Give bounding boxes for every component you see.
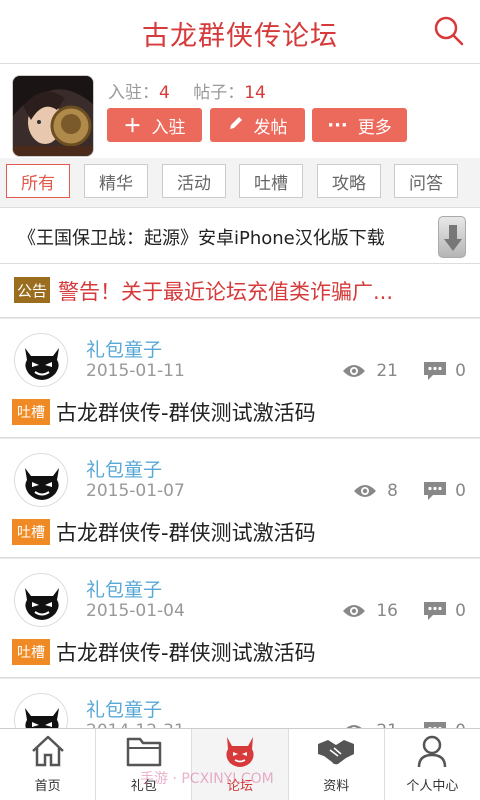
nav-gifts-label: 礼包	[130, 779, 157, 794]
tab-events[interactable]: 活动	[162, 164, 226, 198]
avatar[interactable]	[14, 573, 68, 627]
download-arrow-icon[interactable]	[438, 216, 466, 258]
more-icon: ···	[327, 114, 348, 136]
devil-icon	[220, 731, 260, 771]
app-header: 古龙群侠传论坛	[0, 0, 480, 64]
nav-forum[interactable]: 论坛	[192, 729, 289, 800]
posts-label: 帖子：	[193, 83, 245, 103]
post-author[interactable]: 礼包童子	[86, 335, 162, 362]
tab-featured[interactable]: 精华	[84, 164, 148, 198]
comment-count: 0	[423, 481, 466, 501]
tab-qa[interactable]: 问答	[394, 164, 458, 198]
post-tag: 吐槽	[12, 519, 50, 545]
join-button[interactable]: ＋入驻	[107, 108, 202, 142]
post-date: 2015-01-04	[86, 601, 185, 621]
tab-rant[interactable]: 吐槽	[239, 164, 303, 198]
post-title[interactable]: 古龙群侠传-群侠测试激活码	[56, 637, 316, 667]
folder-icon	[124, 731, 164, 771]
comment-icon	[424, 362, 447, 380]
joined-label: 入驻：	[108, 83, 159, 103]
tab-all[interactable]: 所有	[6, 164, 70, 198]
nav-forum-label: 论坛	[227, 779, 254, 794]
download-notice[interactable]: 《王国保卫战：起源》安卓iPhone汉化版下载	[0, 208, 480, 264]
plus-icon: ＋	[123, 116, 142, 137]
list-item[interactable]: 礼包童子 2015-01-11 21 0 吐槽 古龙群侠传-群侠测试激活码	[0, 318, 480, 438]
post-date: 2015-01-07	[86, 481, 185, 501]
bottom-navigation: 首页 礼包 论坛 资料 个人中心	[0, 728, 480, 800]
avatar[interactable]	[14, 453, 68, 507]
category-tabs: 所有 精华 活动 吐槽 攻略 问答	[0, 158, 480, 208]
post-title[interactable]: 古龙群侠传-群侠测试激活码	[56, 397, 316, 427]
pen-icon	[228, 115, 244, 136]
nav-gifts[interactable]: 礼包	[96, 729, 193, 800]
home-icon	[28, 731, 68, 771]
announcement-badge: 公告	[14, 277, 50, 303]
post-author[interactable]: 礼包童子	[86, 455, 162, 482]
search-icon[interactable]	[432, 14, 466, 48]
page-title: 古龙群侠传论坛	[142, 21, 338, 52]
announcement[interactable]: 公告 警告！关于最近论坛充值类诈骗广...	[0, 264, 480, 318]
nav-profile-label: 个人中心	[406, 779, 459, 794]
eye-icon	[343, 365, 366, 377]
posts-count: 14	[244, 83, 266, 103]
view-count: 16	[342, 601, 398, 621]
tab-guides[interactable]: 攻略	[317, 164, 381, 198]
comment-count: 0	[423, 361, 466, 381]
nav-info-label: 资料	[323, 779, 350, 794]
comment-icon	[424, 482, 447, 500]
post-author[interactable]: 礼包童子	[86, 695, 162, 722]
list-item[interactable]: 礼包童子 2015-01-07 8 0 吐槽 古龙群侠传-群侠测试激活码	[0, 438, 480, 558]
nav-profile[interactable]: 个人中心	[385, 729, 480, 800]
forum-stats: 入驻：4 帖子：14	[108, 78, 284, 103]
download-notice-text: 《王国保卫战：起源》安卓iPhone汉化版下载	[18, 228, 385, 249]
comment-icon	[424, 602, 447, 620]
avatar[interactable]	[14, 333, 68, 387]
person-icon	[412, 731, 452, 771]
joined-count: 4	[159, 83, 170, 103]
announcement-text: 警告！关于最近论坛充值类诈骗广...	[58, 280, 394, 304]
handshake-icon	[316, 731, 356, 771]
post-tag: 吐槽	[12, 399, 50, 425]
post-title[interactable]: 古龙群侠传-群侠测试激活码	[56, 517, 316, 547]
forum-info-panel: 入驻：4 帖子：14 ＋入驻 发帖 ··· 更多	[0, 64, 480, 158]
comment-count: 0	[423, 601, 466, 621]
nav-info[interactable]: 资料	[289, 729, 385, 800]
view-count: 8	[353, 481, 398, 501]
forum-avatar	[12, 75, 94, 157]
post-author[interactable]: 礼包童子	[86, 575, 162, 602]
post-date: 2015-01-11	[86, 361, 185, 381]
nav-home-label: 首页	[34, 779, 61, 794]
list-item[interactable]: 礼包童子 2015-01-04 16 0 吐槽 古龙群侠传-群侠测试激活码	[0, 558, 480, 678]
more-button[interactable]: ··· 更多	[312, 108, 407, 142]
new-post-button[interactable]: 发帖	[210, 108, 305, 142]
view-count: 21	[342, 361, 398, 381]
eye-icon	[354, 485, 377, 497]
nav-home[interactable]: 首页	[0, 729, 97, 800]
post-tag: 吐槽	[12, 639, 50, 665]
eye-icon	[343, 605, 366, 617]
